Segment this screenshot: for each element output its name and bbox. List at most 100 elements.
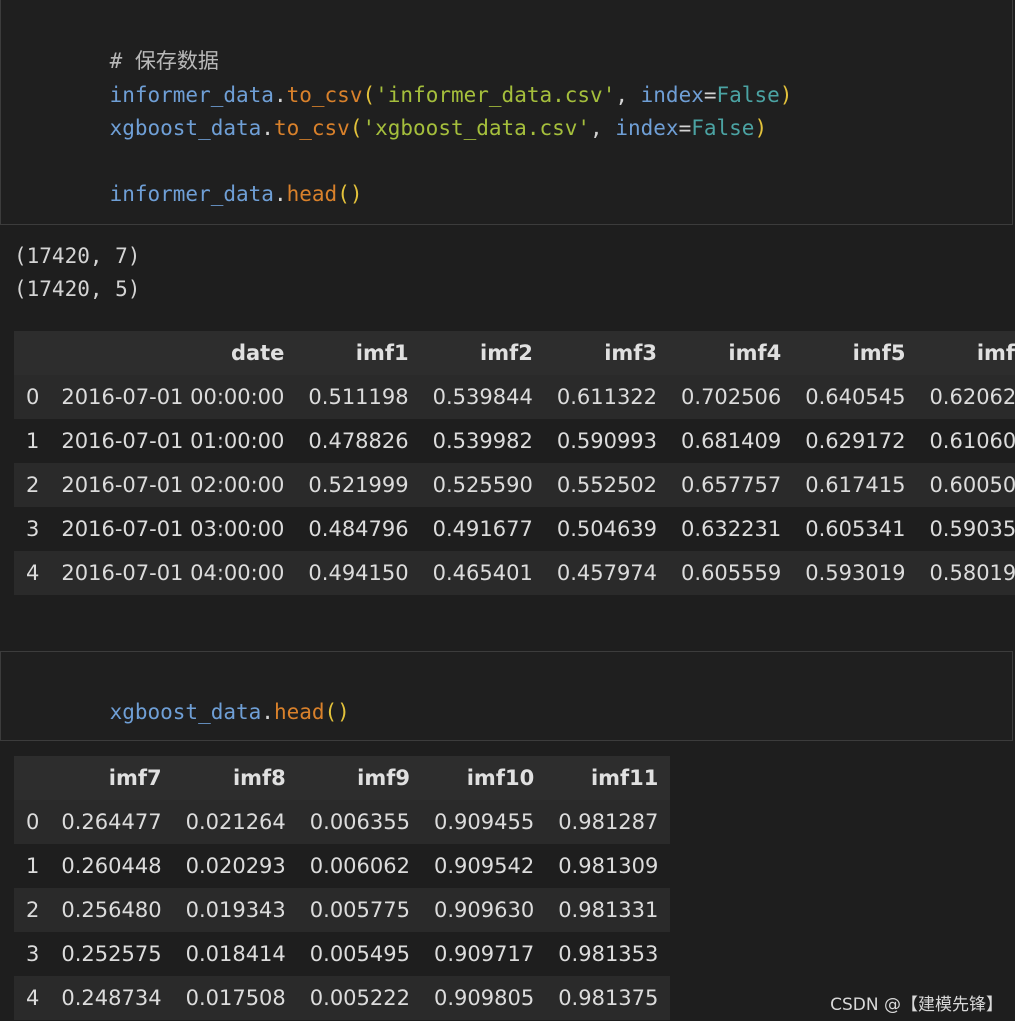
table-row: 1 0.260448 0.020293 0.006062 0.909542 0.98130… bbox=[14, 844, 671, 888]
table-cell: 0.981375 bbox=[546, 976, 671, 1020]
dot-token: . bbox=[261, 700, 274, 724]
table-cell: 2016-07-01 01:00:00 bbox=[49, 419, 297, 463]
table-cell: 0.465401 bbox=[420, 551, 545, 595]
row-index-cell: 1 bbox=[14, 419, 50, 463]
index-header bbox=[14, 756, 50, 800]
paren-token: () bbox=[324, 700, 350, 724]
table-cell: 0.491677 bbox=[420, 507, 545, 551]
table-cell: 0.909805 bbox=[421, 976, 547, 1020]
table-cell: 2016-07-01 02:00:00 bbox=[49, 463, 297, 507]
table-cell: 0.580190 bbox=[917, 551, 1015, 595]
table-cell: 0.478826 bbox=[296, 419, 421, 463]
paren-token: () bbox=[337, 182, 363, 206]
table-cell: 0.260448 bbox=[49, 844, 174, 888]
table-cell: 0.605341 bbox=[793, 507, 918, 551]
row-index-cell: 3 bbox=[14, 932, 50, 976]
function-token: head bbox=[286, 182, 338, 206]
row-index-cell: 0 bbox=[14, 800, 50, 844]
row-index-cell: 3 bbox=[14, 507, 50, 551]
informer-dataframe-table: dateimf1imf2imf3imf4imf5imf6 02016-07-01… bbox=[14, 331, 1015, 595]
table-cell: 2016-07-01 04:00:00 bbox=[49, 551, 297, 595]
table-row: 3 0.252575 0.018414 0.005495 0.909717 0.98135… bbox=[14, 932, 671, 976]
row-index-cell: 4 bbox=[14, 976, 50, 1020]
table-cell: 0.494150 bbox=[296, 551, 421, 595]
table-cell: 0.909630 bbox=[421, 888, 547, 932]
table-row: 4 2016-07-01 04:00:00 0.494150 0.465401 0.45… bbox=[14, 551, 1015, 595]
row-index-cell: 2 bbox=[14, 463, 50, 507]
table-cell: 0.617415 bbox=[793, 463, 918, 507]
csdn-watermark: CSDN @【建模先锋】 bbox=[830, 995, 1003, 1015]
table-row: 0 2016-07-01 00:00:00 0.511198 0.539844 0.61… bbox=[14, 375, 1015, 419]
column-header: imf9 bbox=[297, 756, 422, 800]
table-cell: 0.006355 bbox=[297, 800, 422, 844]
table-cell: 0.981287 bbox=[546, 800, 671, 844]
row-index-cell: 1 bbox=[14, 844, 50, 888]
table-cell: 0.006062 bbox=[297, 844, 422, 888]
code-cell-save-data[interactable]: # 保存数据 informer_data.to_csv('informer_da… bbox=[0, 0, 1013, 225]
column-header: imf11 bbox=[546, 756, 671, 800]
table-row: 0 0.264477 0.021264 0.006355 0.909455 0.98128… bbox=[14, 800, 671, 844]
dot-token: . bbox=[273, 182, 287, 206]
table-cell: 0.681409 bbox=[669, 419, 794, 463]
table-cell: 0.605559 bbox=[669, 551, 794, 595]
table-cell: 0.620628 bbox=[917, 375, 1015, 419]
table-cell: 0.020293 bbox=[173, 844, 298, 888]
row-index-cell: 0 bbox=[14, 375, 50, 419]
column-header: imf1 bbox=[296, 331, 421, 375]
column-header: date bbox=[49, 331, 297, 375]
table-cell: 0.005775 bbox=[297, 888, 422, 932]
table-cell: 0.632231 bbox=[669, 507, 794, 551]
table-cell: 0.657757 bbox=[669, 463, 794, 507]
code-line-informer-head: informer_data.head() bbox=[59, 155, 363, 233]
column-header: imf3 bbox=[544, 331, 670, 375]
table-cell: 0.019343 bbox=[173, 888, 298, 932]
table-row: 4 0.248734 0.017508 0.005222 0.909805 0.98137… bbox=[14, 976, 671, 1020]
table-cell: 0.504639 bbox=[544, 507, 670, 551]
table-cell: 0.590357 bbox=[917, 507, 1015, 551]
table-cell: 2016-07-01 00:00:00 bbox=[49, 375, 297, 419]
table-row: 2 0.256480 0.019343 0.005775 0.909630 0.98133… bbox=[14, 888, 671, 932]
table-cell: 0.611322 bbox=[544, 375, 670, 419]
column-header: imf10 bbox=[421, 756, 547, 800]
index-header bbox=[14, 331, 50, 375]
code-cell-xgboost-head[interactable]: xgboost_data.head() bbox=[0, 651, 1013, 741]
constant-token: False bbox=[691, 116, 755, 140]
code-line-xgboost-head: xgboost_data.head() bbox=[59, 673, 350, 751]
table-cell: 0.552502 bbox=[544, 463, 670, 507]
table-cell: 0.484796 bbox=[296, 507, 421, 551]
table-cell: 0.264477 bbox=[49, 800, 174, 844]
function-token: to_csv bbox=[273, 116, 350, 140]
keyword-arg-token: index bbox=[615, 116, 679, 140]
table-cell: 0.457974 bbox=[544, 551, 670, 595]
variable-token: informer_data bbox=[109, 182, 274, 206]
table-cell: 0.005495 bbox=[297, 932, 422, 976]
table-cell: 0.610602 bbox=[917, 419, 1015, 463]
output-shape-informer: (17420, 7) bbox=[14, 244, 141, 268]
row-index-cell: 4 bbox=[14, 551, 50, 595]
table-cell: 0.981331 bbox=[546, 888, 671, 932]
table-cell: 0.539844 bbox=[420, 375, 545, 419]
string-token: 'xgboost_data.csv' bbox=[362, 116, 591, 140]
output-shape-xgboost: (17420, 5) bbox=[14, 277, 141, 301]
variable-token: xgboost_data bbox=[109, 700, 262, 724]
table-row: 1 2016-07-01 01:00:00 0.478826 0.539982 0.59… bbox=[14, 419, 1015, 463]
paren-token: ( bbox=[349, 116, 363, 140]
operator-token: = bbox=[678, 116, 692, 140]
table-cell: 0.017508 bbox=[173, 976, 298, 1020]
paren-token: ) bbox=[754, 116, 768, 140]
table-cell: 0.256480 bbox=[49, 888, 174, 932]
table-cell: 0.511198 bbox=[296, 375, 421, 419]
table-cell: 0.248734 bbox=[49, 976, 174, 1020]
table-cell: 0.252575 bbox=[49, 932, 174, 976]
table-cell: 0.539982 bbox=[420, 419, 545, 463]
table-cell: 0.640545 bbox=[793, 375, 918, 419]
table-cell: 0.981309 bbox=[546, 844, 671, 888]
table-cell: 0.521999 bbox=[296, 463, 421, 507]
table-header-row: dateimf1imf2imf3imf4imf5imf6 bbox=[14, 331, 1015, 375]
variable-token: xgboost_data bbox=[109, 116, 262, 140]
table-cell: 0.593019 bbox=[793, 551, 918, 595]
table-cell: 0.909542 bbox=[421, 844, 547, 888]
dot-token: . bbox=[261, 116, 274, 140]
table-cell: 0.981353 bbox=[546, 932, 671, 976]
column-header: imf4 bbox=[669, 331, 794, 375]
